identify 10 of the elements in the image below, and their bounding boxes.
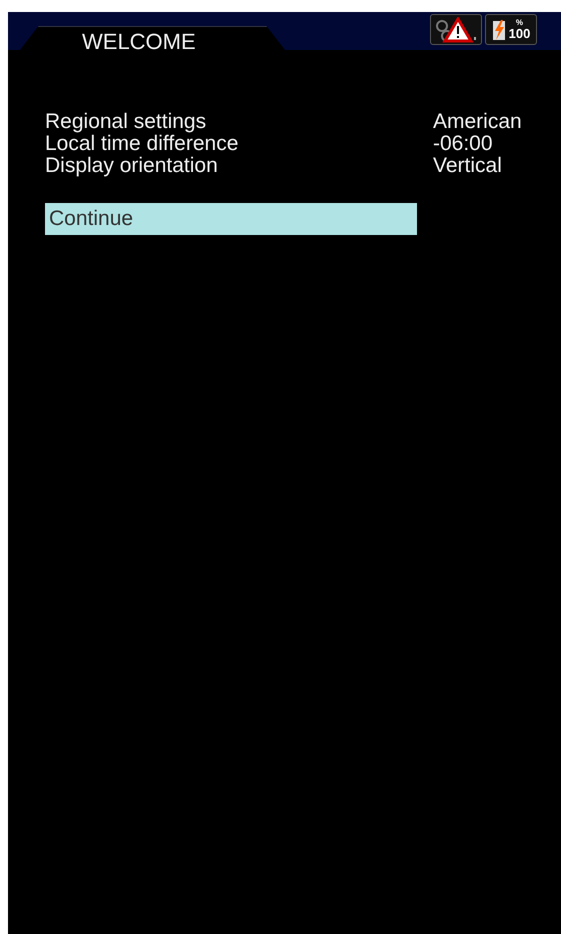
setting-label: Display orientation [45,155,219,177]
setting-value: -06:00 [433,133,493,155]
menu-item[interactable]: Continue [45,203,417,235]
battery-icon [492,18,506,40]
battery-unit: % [516,19,524,27]
setting-label: Local time difference [45,133,240,155]
setting-value: Vertical [433,155,502,177]
setting-value: American [433,111,522,133]
setting-label: Regional settings [45,111,208,133]
battery-reading: 100 [508,27,530,40]
